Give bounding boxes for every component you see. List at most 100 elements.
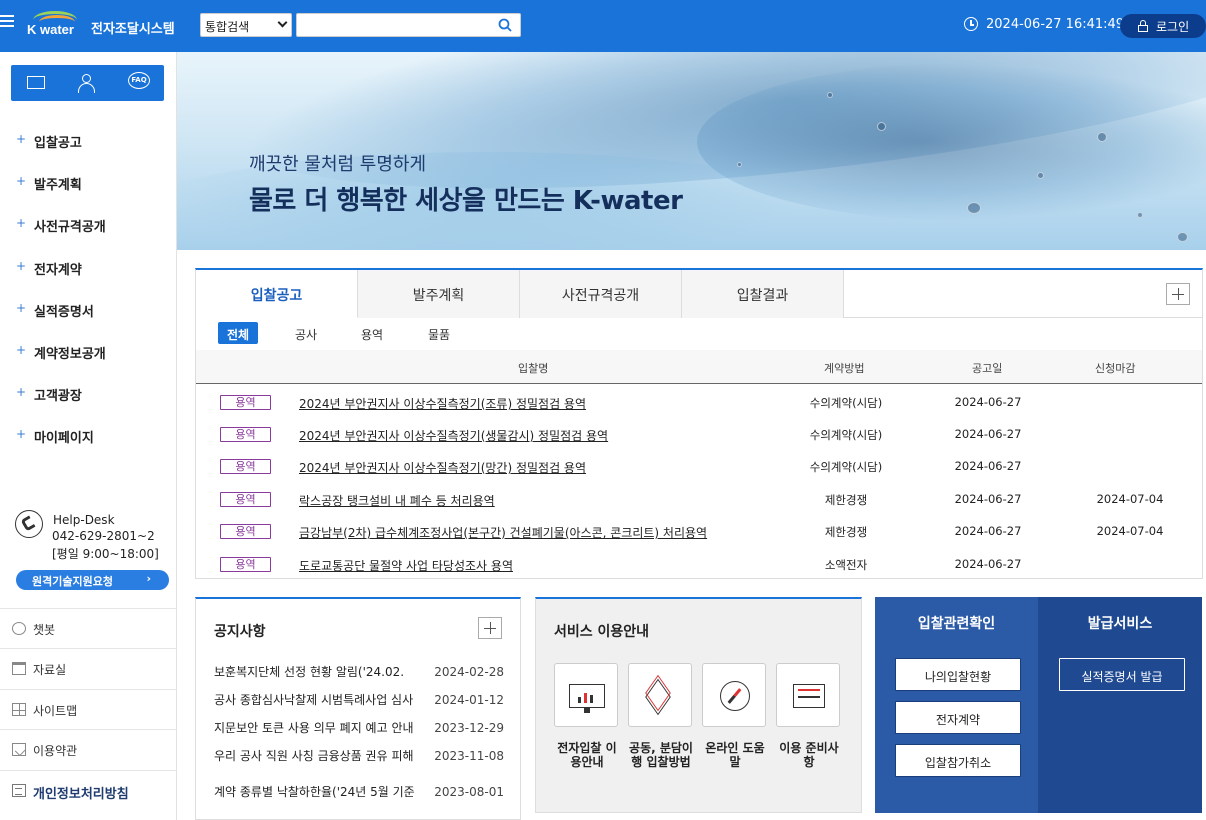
table-row[interactable]: 용역 2024년 부안권지사 이상수질측정기(망간) 정밀점검 용역 수의계약(…	[196, 450, 1202, 482]
notice-item-title[interactable]: 보훈복지단체 선정 현황 알림('24.02.	[214, 663, 424, 680]
sidebar-item-label: 사전규격공개	[34, 220, 106, 236]
plus-icon: +	[16, 385, 27, 400]
notice-item-date: 2024-02-28	[434, 665, 504, 679]
service-label: 이용 준비사항	[779, 741, 839, 769]
layers-icon	[645, 674, 675, 716]
list-item[interactable]: 공사 종합심사낙찰제 시범특례사업 심사 2024-01-12	[214, 691, 504, 711]
service-icon-box[interactable]	[702, 663, 766, 727]
util-data-room[interactable]: 자료실	[0, 648, 177, 688]
search-icon[interactable]	[498, 18, 512, 32]
notice-item-date: 2023-11-08	[434, 749, 504, 763]
subtab-all[interactable]: 전체	[218, 322, 258, 344]
remote-support-button[interactable]: 원격기술지원요청 ›	[16, 570, 169, 590]
notice-item-title[interactable]: 공사 종합심사낙찰제 시범특례사업 심사	[214, 691, 424, 708]
sidebar-item-e-contract[interactable]: + 전자계약	[0, 249, 177, 291]
hamburger-menu-icon[interactable]	[0, 13, 16, 33]
service-item-preparation[interactable]: 이용 준비사항	[776, 663, 842, 769]
plus-icon[interactable]	[1166, 283, 1190, 305]
user-icon[interactable]	[77, 74, 97, 93]
water-drop	[1097, 132, 1107, 142]
list-item[interactable]: 보훈복지단체 선정 현황 알림('24.02. 2024-02-28	[214, 663, 504, 683]
notice-item-title[interactable]: 우리 공사 직원 사칭 금융상품 권유 피해	[214, 747, 424, 764]
util-sitemap[interactable]: 사이트맵	[0, 688, 177, 729]
table-row[interactable]: 용역 금강남부(2차) 급수체계조정사업(본구간) 건설폐기물(아스콘, 콘크리…	[196, 515, 1202, 547]
e-contract-button[interactable]: 전자계약	[895, 701, 1021, 734]
login-button[interactable]: 로그인	[1120, 14, 1206, 38]
util-terms[interactable]: 이용약관	[0, 729, 177, 769]
util-chatbot[interactable]: 챗봇	[0, 608, 177, 648]
kwater-logo[interactable]: K water	[27, 10, 79, 40]
search-input[interactable]	[296, 13, 521, 37]
service-label: 온라인 도움말	[705, 741, 765, 769]
bid-title-link[interactable]: 도로교통공단 물절약 사업 타당성조사 용역	[299, 557, 513, 574]
system-title: 전자조달시스템	[91, 22, 175, 37]
subtab-construction[interactable]: 공사	[295, 322, 317, 344]
service-item-joint-bid[interactable]: 공동, 분담이행 입찰방법	[628, 663, 694, 769]
table-row[interactable]: 용역 2024년 부안권지사 이상수질측정기(생물감시) 정밀점검 용역 수의계…	[196, 418, 1202, 450]
bid-title-link[interactable]: 2024년 부안권지사 이상수질측정기(생물감시) 정밀점검 용역	[299, 427, 608, 444]
banner-headline: 물로 더 행복한 세상을 만드는 K-water	[249, 186, 683, 216]
bid-cancel-button[interactable]: 입찰참가취소	[895, 744, 1021, 777]
bid-title-link[interactable]: 금강남부(2차) 급수체계조정사업(본구간) 건설폐기물(아스콘, 콘크리트) …	[299, 524, 707, 541]
sidebar-item-label: 계약정보공개	[34, 346, 106, 362]
bid-title-link[interactable]: 2024년 부안권지사 이상수질측정기(조류) 정밀점검 용역	[299, 395, 586, 412]
type-badge: 용역	[220, 395, 271, 410]
col-date: 공고일	[972, 362, 1003, 375]
plus-icon: +	[16, 132, 27, 146]
list-item[interactable]: 지문보안 토큰 사용 의무 폐지 예고 안내 2023-12-29	[214, 719, 504, 739]
subtab-goods[interactable]: 물품	[428, 322, 450, 344]
table-row[interactable]: 용역 2024년 부안권지사 이상수질측정기(조류) 정밀점검 용역 수의계약(…	[196, 386, 1202, 418]
notice-date: 2024-06-27	[954, 557, 1022, 571]
sitemap-icon	[12, 702, 26, 716]
sidebar-item-bid-notice[interactable]: + 입찰공고	[0, 122, 177, 164]
bid-title-link[interactable]: 2024년 부안권지사 이상수질측정기(망간) 정밀점검 용역	[299, 459, 586, 476]
bid-title-link[interactable]: 락스공장 탱크설비 내 폐수 등 처리용역	[299, 492, 495, 509]
faq-icon[interactable]: FAQ	[128, 72, 150, 92]
notice-item-title[interactable]: 지문보안 토큰 사용 의무 폐지 예고 안내	[214, 719, 424, 736]
water-drop	[967, 202, 981, 214]
table-row[interactable]: 용역 도로교통공단 물절약 사업 타당성조사 용역 소액전자 2024-06-2…	[196, 548, 1202, 580]
list-item[interactable]: 우리 공사 직원 사칭 금융상품 권유 피해 2023-11-08	[214, 747, 504, 767]
contract-method: 수의계약(시담)	[809, 396, 883, 410]
notice-box: 공지사항 보훈복지단체 선정 현황 알림('24.02. 2024-02-28 공…	[195, 597, 521, 820]
notice-title: 공지사항	[214, 624, 266, 640]
sidebar-item-customer-plaza[interactable]: + 고객광장	[0, 375, 177, 417]
type-badge: 용역	[220, 524, 271, 539]
plus-icon[interactable]	[478, 617, 502, 639]
search-scope-select[interactable]: 통합검색	[200, 13, 292, 37]
performance-cert-issue-button[interactable]: 실적증명서 발급	[1059, 658, 1185, 691]
service-item-online-help[interactable]: 온라인 도움말	[702, 663, 768, 769]
my-bid-status-button[interactable]: 나의입찰현황	[895, 658, 1021, 691]
bid-tabs: 입찰공고 발주계획 사전규격공개 입찰결과	[196, 270, 1202, 318]
list-item[interactable]: 계약 종류별 낙찰하한율('24년 5월 기준 2023-08-01	[214, 783, 504, 803]
bid-check-title: 입찰관련확인	[917, 616, 996, 632]
service-icon-box[interactable]	[628, 663, 692, 727]
tab-order-plan[interactable]: 발주계획	[358, 270, 520, 318]
tab-bid-notice[interactable]: 입찰공고	[196, 270, 358, 318]
login-label: 로그인	[1156, 20, 1190, 34]
util-privacy-policy[interactable]: 개인정보처리방침	[0, 769, 177, 810]
sidebar-item-my-page[interactable]: + 마이페이지	[0, 417, 177, 459]
subtab-service[interactable]: 용역	[361, 322, 383, 344]
plus-icon: +	[16, 427, 27, 442]
service-item-e-bid-guide[interactable]: 전자입찰 이용안내	[554, 663, 620, 769]
sidebar-item-pre-spec[interactable]: + 사전규격공개	[0, 206, 177, 248]
type-badge: 용역	[220, 557, 271, 572]
tab-bid-result[interactable]: 입찰결과	[682, 270, 844, 318]
tab-pre-spec[interactable]: 사전규격공개	[520, 270, 682, 318]
bid-board: 입찰공고 발주계획 사전규격공개 입찰결과 전체 공사 용역 물품 입찰명 계약…	[195, 268, 1203, 579]
service-title: 서비스 이용안내	[554, 624, 650, 640]
service-label: 공동, 분담이행 입찰방법	[629, 741, 693, 769]
sidebar-item-order-plan[interactable]: + 발주계획	[0, 164, 177, 206]
sidebar-item-contract-info[interactable]: + 계약정보공개	[0, 333, 177, 375]
service-icon-box[interactable]	[554, 663, 618, 727]
plus-icon: +	[16, 258, 27, 273]
table-row[interactable]: 용역 락스공장 탱크설비 내 폐수 등 처리용역 제한경쟁 2024-06-27…	[196, 483, 1202, 515]
service-icon-box[interactable]	[776, 663, 840, 727]
type-badge: 용역	[220, 427, 271, 442]
water-drop	[1177, 232, 1188, 242]
mail-icon[interactable]	[27, 74, 47, 92]
sidebar-item-performance-cert[interactable]: + 실적증명서	[0, 291, 177, 333]
notice-item-title[interactable]: 계약 종류별 낙찰하한율('24년 5월 기준	[214, 783, 424, 800]
tray-icon	[793, 684, 825, 708]
